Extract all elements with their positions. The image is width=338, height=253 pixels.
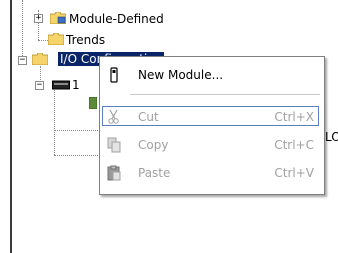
module-defined-folder-icon: [50, 12, 66, 24]
pane-divider: [10, 0, 12, 253]
menu-item-label: Cut: [138, 110, 159, 124]
menu-item-paste[interactable]: Paste Ctrl+V: [100, 162, 324, 184]
menu-item-label: Paste: [138, 166, 171, 180]
tree-item-label: Trends: [66, 33, 106, 47]
context-menu: New Module... Cut Ctrl+X Copy Ctrl+C Pas…: [99, 56, 325, 195]
new-module-icon: [110, 67, 118, 83]
menu-separator: [130, 94, 320, 95]
tree-line: [54, 155, 98, 156]
tree-item-label: Module-Defined: [69, 12, 164, 26]
tree-line: [22, 0, 23, 62]
collapse-icon[interactable]: −: [35, 81, 44, 90]
menu-item-label: New Module...: [138, 68, 224, 82]
menu-item-cut[interactable]: Cut Ctrl+X: [100, 106, 324, 128]
scissors-icon: [108, 109, 119, 124]
paste-icon: [107, 165, 121, 181]
folder-icon: [48, 33, 64, 45]
copy-icon: [107, 137, 121, 153]
tree-item-label: 1: [72, 78, 80, 92]
menu-item-shortcut: Ctrl+X: [274, 110, 314, 124]
tree-line: [54, 130, 98, 131]
menu-item-new-module[interactable]: New Module...: [100, 64, 324, 86]
menu-item-shortcut: Ctrl+C: [274, 138, 314, 152]
partial-text: LOG: [325, 130, 338, 144]
open-folder-icon: [32, 53, 48, 65]
menu-item-label: Copy: [138, 138, 169, 152]
controller-icon: [52, 80, 70, 90]
tree-line: [54, 90, 55, 155]
collapse-icon[interactable]: −: [18, 56, 27, 65]
module-icon: [89, 97, 97, 109]
menu-item-shortcut: Ctrl+V: [274, 166, 314, 180]
menu-item-copy[interactable]: Copy Ctrl+C: [100, 134, 324, 156]
expand-icon[interactable]: +: [34, 14, 43, 23]
